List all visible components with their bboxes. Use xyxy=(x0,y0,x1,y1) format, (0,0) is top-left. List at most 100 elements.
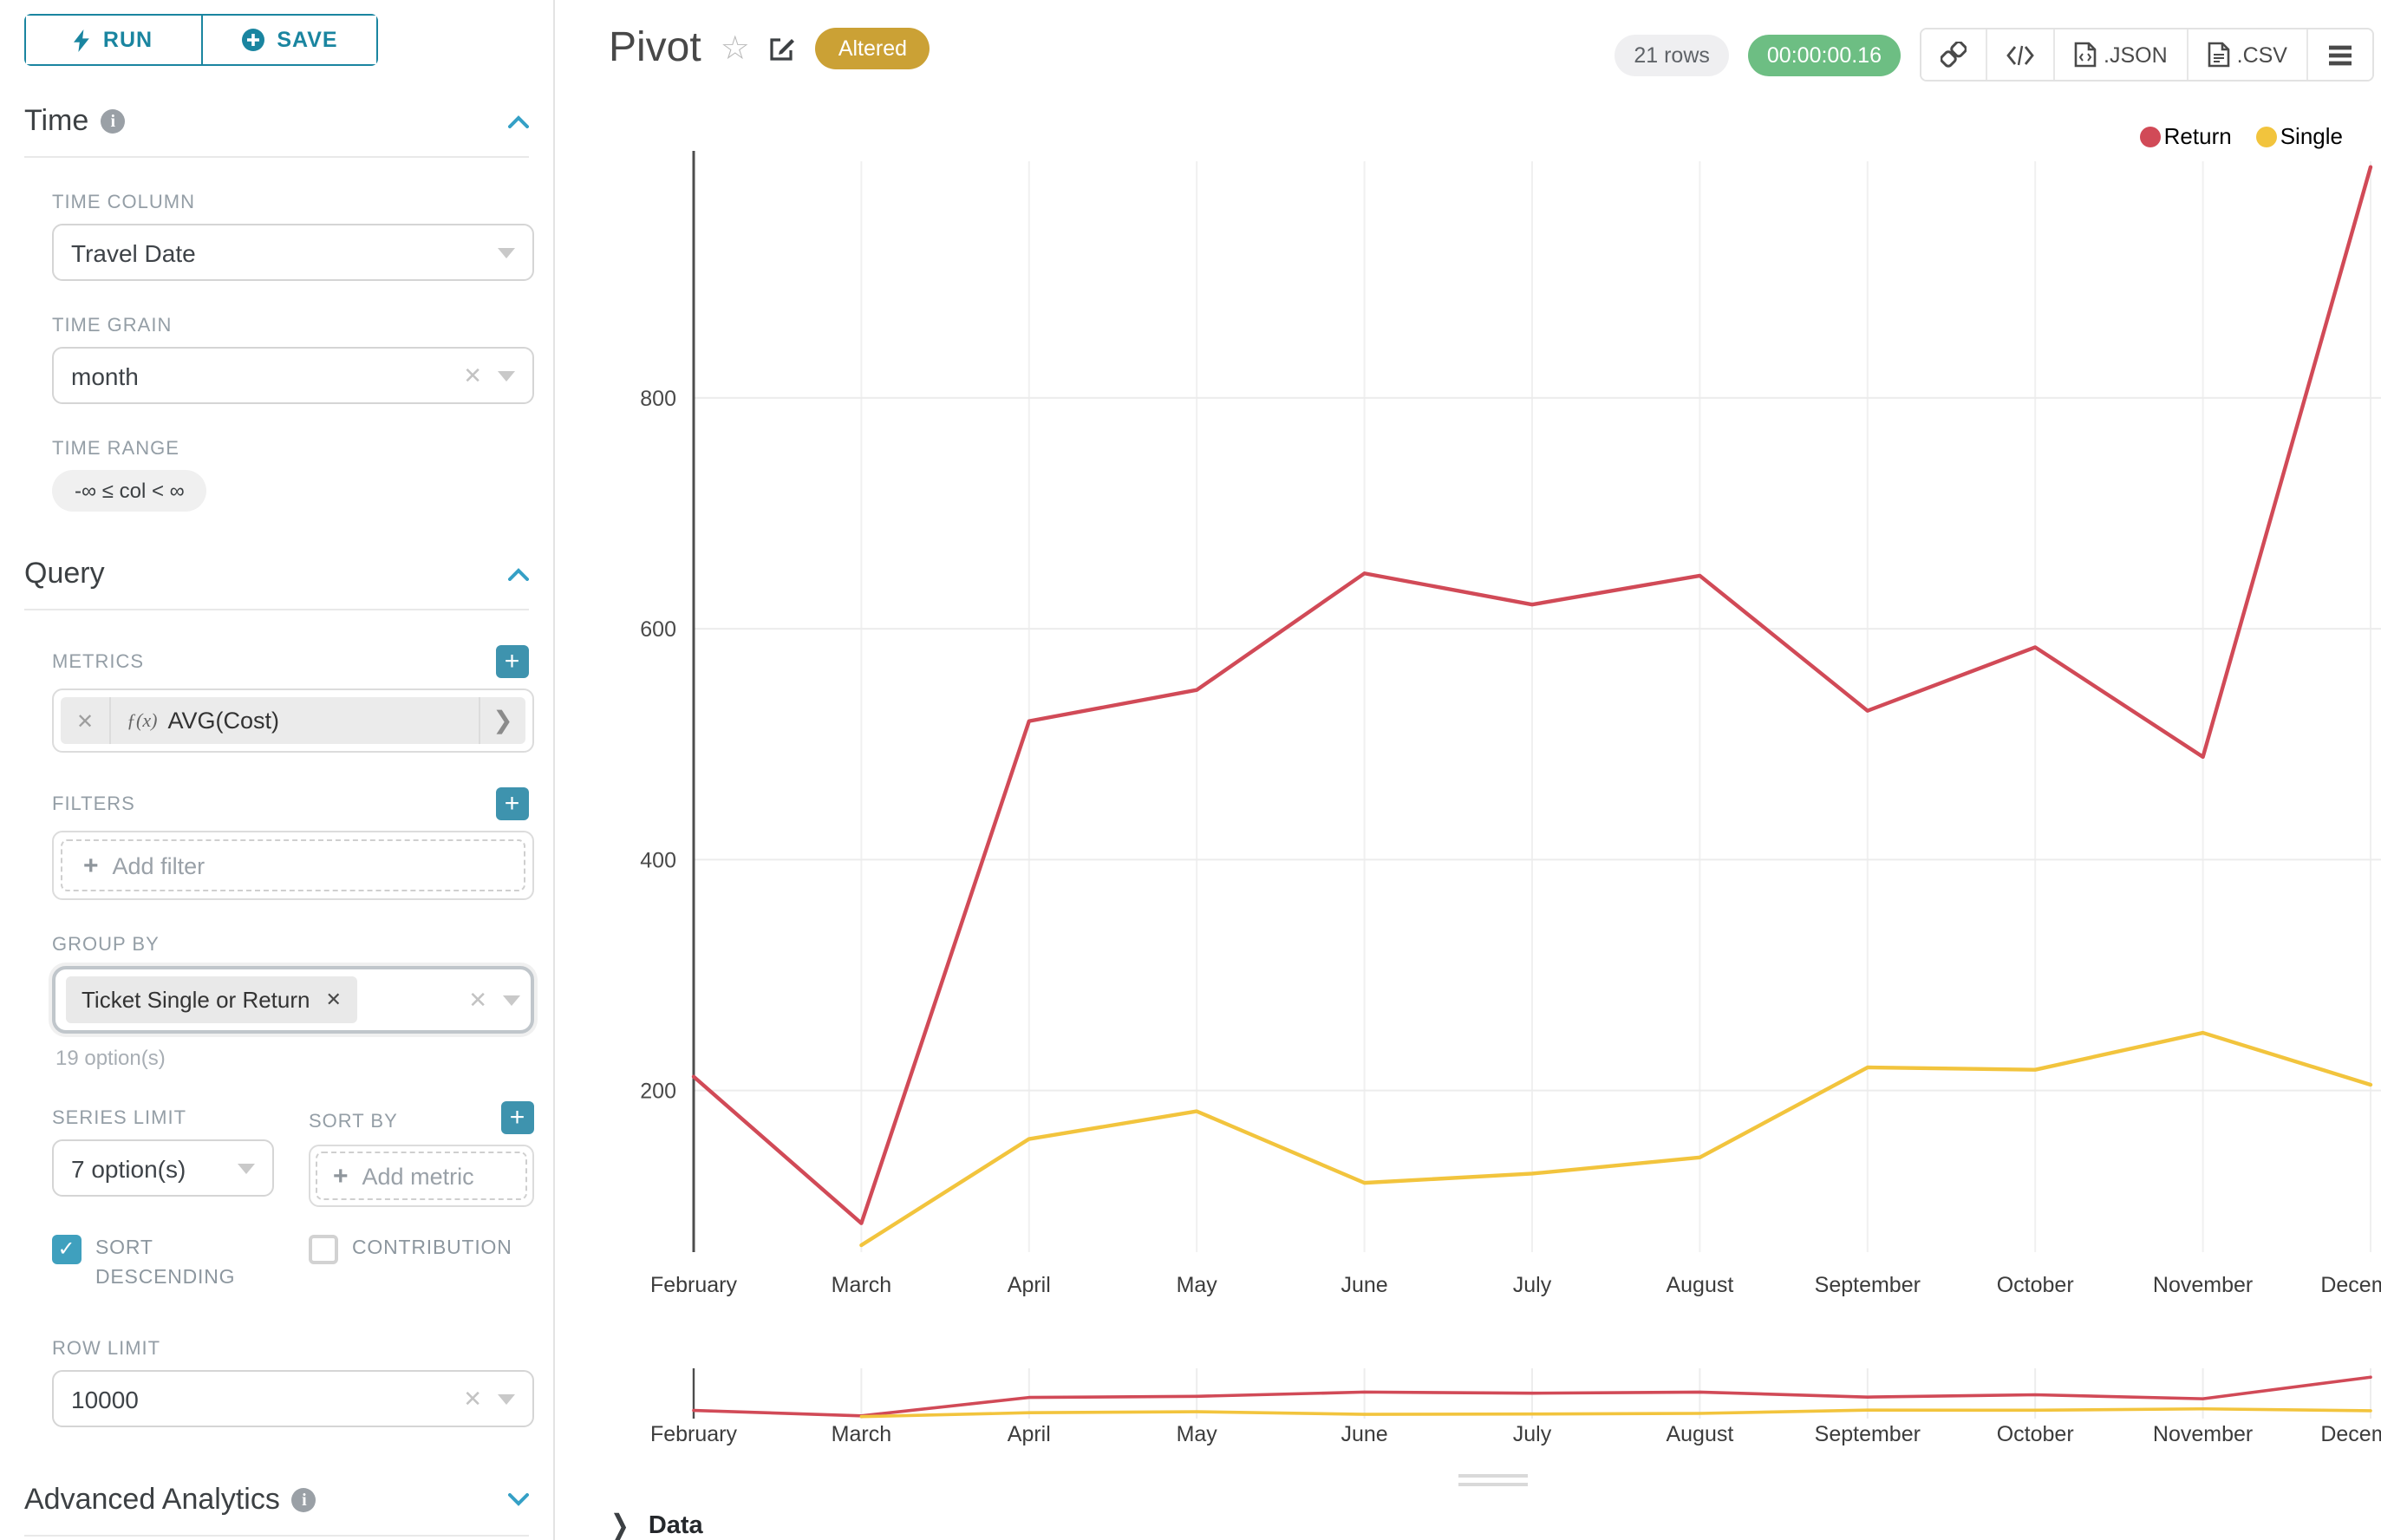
time-range-pill[interactable]: -∞ ≤ col < ∞ xyxy=(52,470,207,512)
svg-text:400: 400 xyxy=(640,848,676,872)
add-sort-metric-plus-button[interactable]: + xyxy=(501,1101,534,1134)
svg-text:June: June xyxy=(1341,1273,1387,1297)
svg-text:September: September xyxy=(1815,1422,1921,1446)
advanced-analytics-header[interactable]: Advanced Analytics i xyxy=(24,1427,529,1517)
svg-text:November: November xyxy=(2153,1422,2253,1446)
panel-resize-handle[interactable] xyxy=(1458,1474,1528,1491)
clear-icon[interactable]: ✕ xyxy=(468,986,487,1014)
svg-text:August: August xyxy=(1666,1273,1733,1297)
run-button-label: RUN xyxy=(103,28,153,52)
line-chart[interactable]: 200400600800FebruaryFebruaryMarchMarchAp… xyxy=(555,0,2381,1465)
query-section-header[interactable]: Query xyxy=(24,512,529,591)
chevron-right-icon: ❯ xyxy=(610,1508,629,1540)
caret-down-icon xyxy=(498,370,515,381)
clear-icon[interactable]: ✕ xyxy=(463,362,482,389)
sort-by-label: SORT BY + xyxy=(309,1108,534,1134)
run-button[interactable]: RUN xyxy=(26,16,200,64)
group-by-pill[interactable]: Ticket Single or Return ✕ xyxy=(66,976,357,1023)
add-filter-plus-button[interactable]: + xyxy=(496,787,529,820)
svg-text:May: May xyxy=(1177,1422,1218,1446)
svg-text:April: April xyxy=(1008,1273,1051,1297)
data-panel-title: Data xyxy=(649,1512,703,1540)
filters-label: FILTERS + xyxy=(52,787,529,820)
query-section-title: Query xyxy=(24,557,105,591)
add-metric-plus-button[interactable]: + xyxy=(496,645,529,678)
screenshot-stage: RUN SAVE Time i TIME COLUMN Travel xyxy=(0,0,2381,1540)
svg-text:May: May xyxy=(1177,1273,1218,1297)
series-limit-select[interactable]: 7 option(s) xyxy=(52,1139,274,1197)
sort-descending-checkbox[interactable]: ✓ xyxy=(52,1235,82,1264)
info-icon: i xyxy=(292,1488,316,1512)
svg-text:August: August xyxy=(1666,1422,1733,1446)
data-panel-toggle[interactable]: ❯ Data xyxy=(610,1512,703,1540)
row-limit-select[interactable]: 10000 ✕ xyxy=(52,1370,534,1427)
fx-icon: ƒ(x) xyxy=(127,710,157,731)
section-divider xyxy=(24,609,529,610)
chevron-right-icon[interactable]: ❯ xyxy=(479,697,525,744)
svg-text:March: March xyxy=(832,1273,891,1297)
info-icon: i xyxy=(101,109,125,134)
clear-icon[interactable]: ✕ xyxy=(463,1385,482,1413)
series-limit-label: SERIES LIMIT xyxy=(52,1108,298,1129)
remove-tag-icon[interactable]: ✕ xyxy=(326,989,342,1011)
svg-text:600: 600 xyxy=(640,617,676,642)
bolt-icon xyxy=(74,29,91,51)
svg-text:July: July xyxy=(1513,1273,1552,1297)
time-range-label: TIME RANGE xyxy=(52,439,529,460)
chevron-up-icon[interactable] xyxy=(508,114,529,128)
sort-by-control: + Add metric xyxy=(309,1145,534,1207)
svg-text:800: 800 xyxy=(640,387,676,411)
svg-text:June: June xyxy=(1341,1422,1387,1446)
caret-down-icon xyxy=(498,1393,515,1404)
time-section-header[interactable]: Time i xyxy=(24,66,529,139)
time-grain-label: TIME GRAIN xyxy=(52,316,529,336)
superset-explore-view: RUN SAVE Time i TIME COLUMN Travel xyxy=(0,0,2381,1540)
time-grain-select[interactable]: month ✕ xyxy=(52,347,534,404)
svg-text:October: October xyxy=(1997,1273,2074,1297)
caret-down-icon[interactable] xyxy=(503,995,520,1005)
add-sort-metric-button[interactable]: + Add metric xyxy=(316,1152,527,1200)
caret-down-icon xyxy=(238,1163,255,1173)
chevron-up-icon[interactable] xyxy=(508,567,529,581)
caret-down-icon xyxy=(498,247,515,258)
metrics-control: ✕ ƒ(x) AVG(Cost) ❯ xyxy=(52,688,534,753)
svg-text:October: October xyxy=(1997,1422,2074,1446)
plus-circle-icon xyxy=(240,28,264,52)
advanced-analytics-title: Advanced Analytics xyxy=(24,1483,280,1517)
section-divider xyxy=(24,156,529,158)
sort-descending-checkbox-row[interactable]: ✓ SORT DESCENDING xyxy=(52,1235,309,1294)
time-section-title: Time xyxy=(24,104,88,139)
add-metric-label: Add metric xyxy=(362,1163,474,1189)
annotations-header[interactable]: Annotations and Layers xyxy=(24,1537,529,1540)
remove-metric-icon[interactable]: ✕ xyxy=(61,697,111,744)
svg-text:November: November xyxy=(2153,1273,2253,1297)
group-by-select[interactable]: Ticket Single or Return ✕ ✕ xyxy=(52,966,534,1034)
save-button-label: SAVE xyxy=(277,28,337,52)
add-filter-label: Add filter xyxy=(113,852,205,878)
metric-value: AVG(Cost) xyxy=(167,708,279,734)
control-panel-sidebar: RUN SAVE Time i TIME COLUMN Travel xyxy=(0,0,555,1540)
save-button[interactable]: SAVE xyxy=(200,16,376,64)
svg-text:April: April xyxy=(1008,1422,1051,1446)
time-column-label: TIME COLUMN xyxy=(52,192,529,213)
options-hint: 19 option(s) xyxy=(55,1046,553,1070)
chevron-down-icon[interactable] xyxy=(508,1493,529,1507)
metrics-label: METRICS + xyxy=(52,645,529,678)
group-by-label: GROUP BY xyxy=(52,935,529,956)
svg-text:February: February xyxy=(650,1422,738,1446)
svg-text:December: December xyxy=(2320,1422,2381,1446)
svg-text:200: 200 xyxy=(640,1080,676,1104)
group-by-value: Ticket Single or Return xyxy=(82,987,310,1013)
plus-icon: + xyxy=(83,851,99,880)
contribution-label: CONTRIBUTION xyxy=(352,1235,512,1294)
contribution-checkbox-row[interactable]: CONTRIBUTION xyxy=(309,1235,512,1294)
time-column-value: Travel Date xyxy=(71,238,196,266)
add-filter-button[interactable]: + Add filter xyxy=(61,839,525,891)
svg-text:September: September xyxy=(1815,1273,1921,1297)
sort-descending-label: SORT DESCENDING xyxy=(95,1235,286,1294)
contribution-checkbox[interactable] xyxy=(309,1235,338,1264)
time-grain-value: month xyxy=(71,362,139,389)
metric-pill[interactable]: ✕ ƒ(x) AVG(Cost) ❯ xyxy=(61,697,525,744)
run-save-button-group: RUN SAVE xyxy=(24,14,378,66)
time-column-select[interactable]: Travel Date xyxy=(52,224,534,281)
